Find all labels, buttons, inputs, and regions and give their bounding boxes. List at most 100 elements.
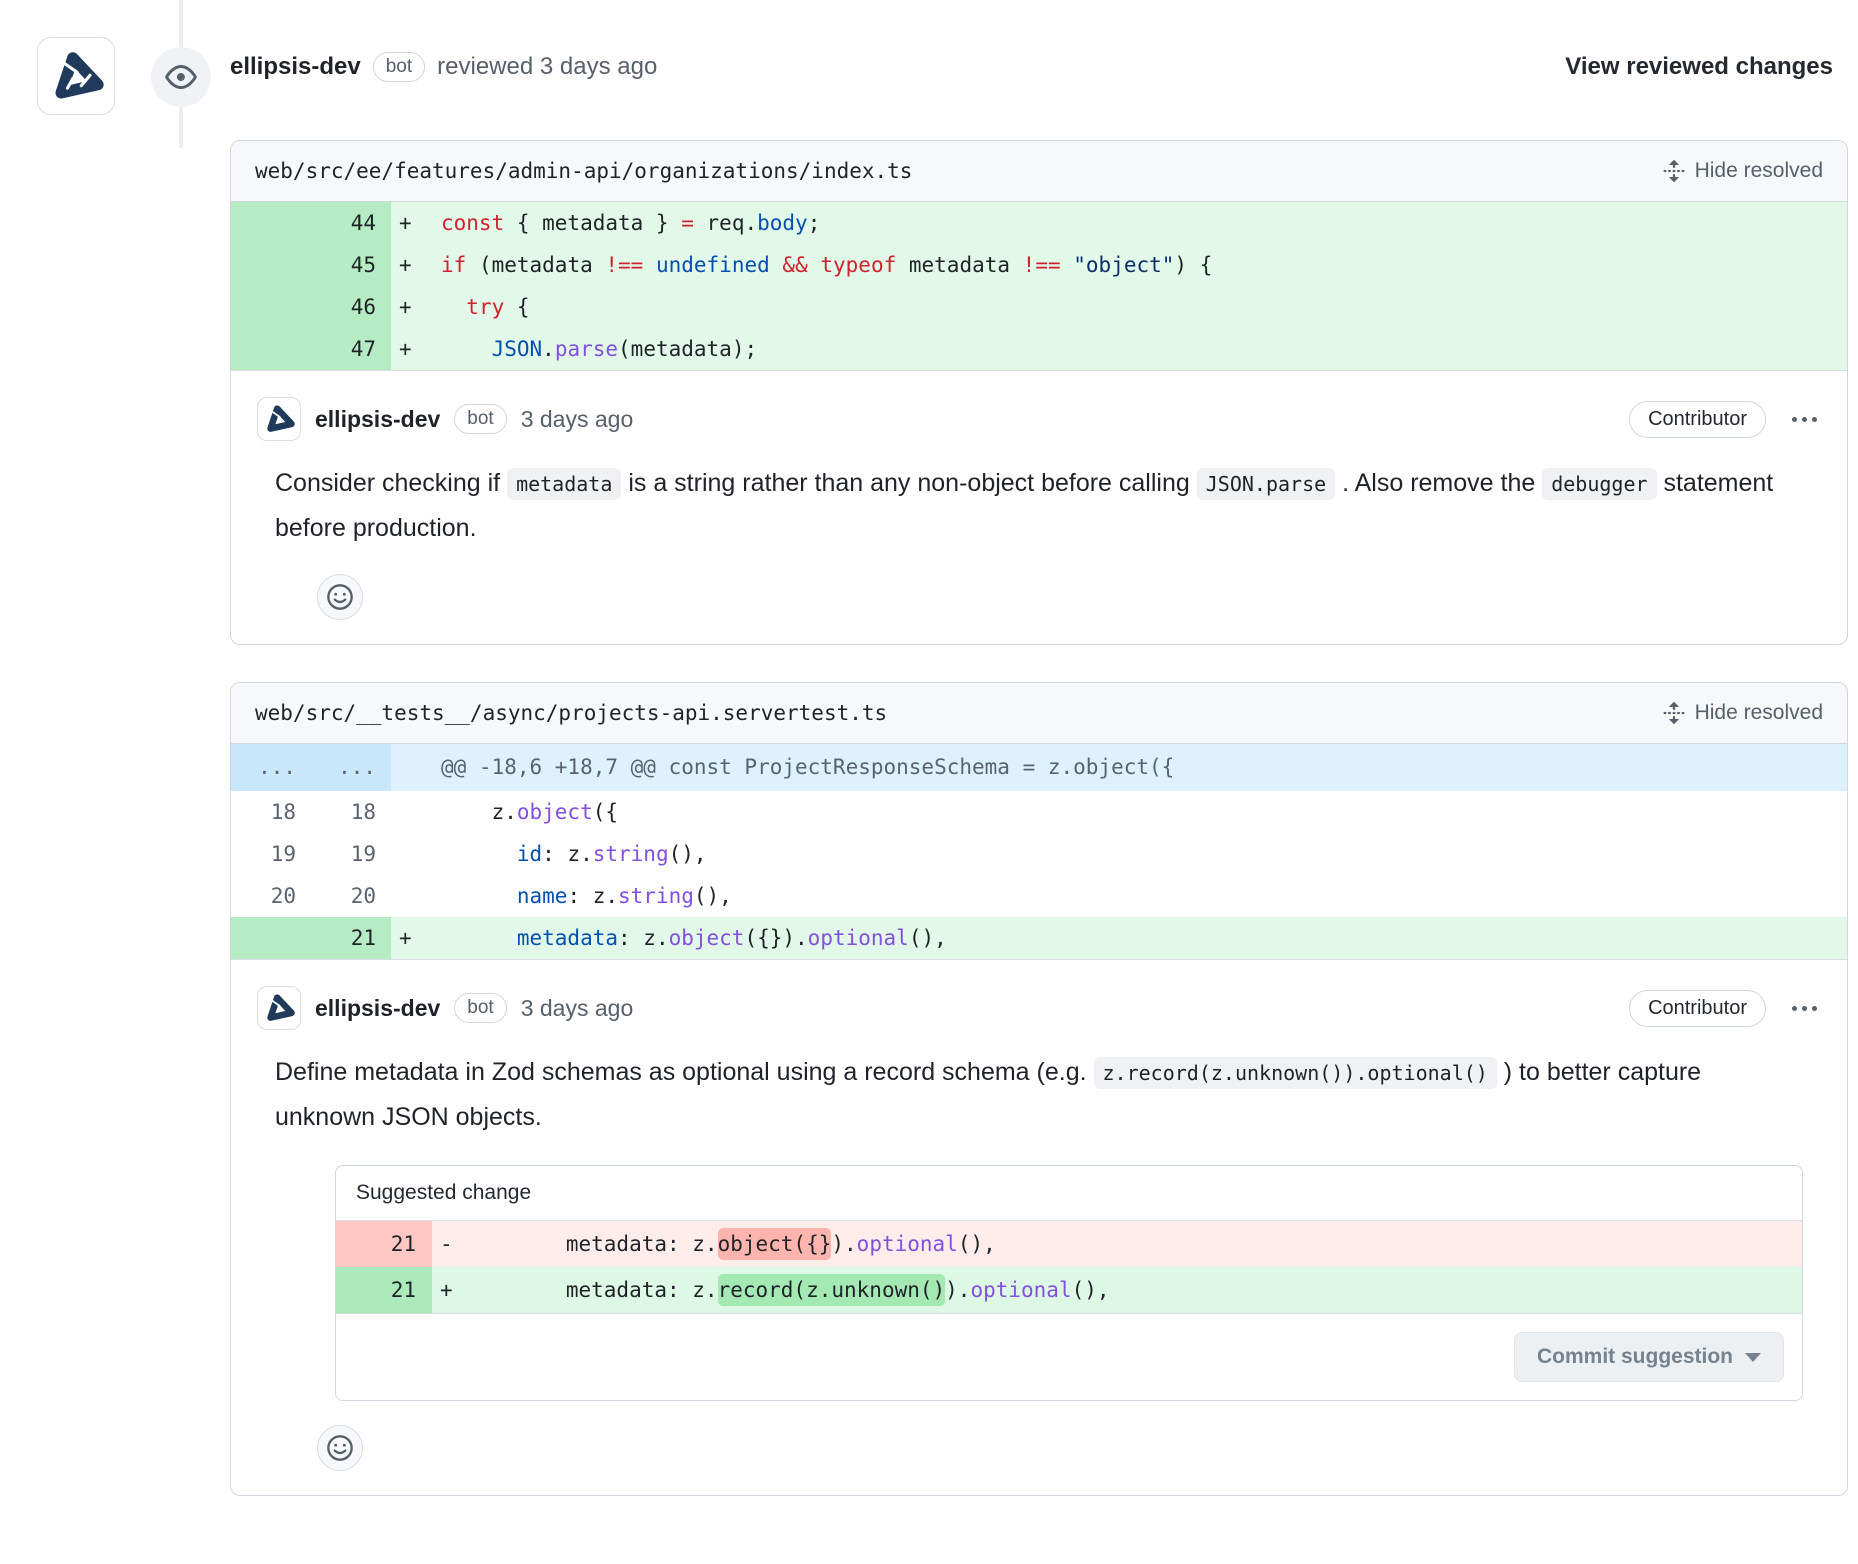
view-reviewed-changes-link[interactable]: View reviewed changes [1565, 53, 1833, 81]
code-token: (metadata); [618, 337, 757, 361]
old-line-number: 18 [231, 791, 311, 833]
code-line: id: z.string(), [429, 833, 1847, 875]
code-token: optional [857, 1232, 958, 1256]
code-line: @@ -18,6 +18,7 @@ const ProjectResponseS… [429, 744, 1847, 791]
old-line-number: 19 [231, 833, 311, 875]
diff-line: 44+const { metadata } = req.body; [231, 202, 1847, 244]
code-token [441, 337, 492, 361]
old-line-number [231, 286, 311, 328]
kebab-menu-icon[interactable] [1788, 411, 1821, 428]
code-token: ({}). [744, 926, 807, 950]
diff-block: 44+const { metadata } = req.body;45+if (… [231, 202, 1847, 371]
code-line: const { metadata } = req.body; [429, 202, 1847, 244]
code-token [441, 295, 466, 319]
comment-timestamp[interactable]: 3 days ago [521, 406, 634, 433]
code-token [441, 842, 517, 866]
comment-author-name[interactable]: ellipsis-dev [315, 995, 440, 1022]
old-line-number: ... [231, 744, 311, 791]
file-header: web/src/ee/features/admin-api/organizati… [231, 141, 1847, 202]
code-token: parse [555, 337, 618, 361]
file-path-link[interactable]: web/src/ee/features/admin-api/organizati… [255, 159, 912, 183]
diff-line: ......@@ -18,6 +18,7 @@ const ProjectRes… [231, 744, 1847, 791]
body-text: Consider checking if [275, 469, 507, 497]
code-line: z.object({ [429, 791, 1847, 833]
suggestion-footer: Commit suggestion [336, 1314, 1802, 1400]
line-number: 21 [336, 1267, 432, 1313]
pr-review-timeline: ellipsis-dev bot reviewed 3 days ago Vie… [0, 0, 1858, 1564]
new-line-number: 21 [311, 917, 391, 959]
code-line: if (metadata !== undefined && typeof met… [429, 244, 1847, 286]
code-token: (), [958, 1232, 996, 1256]
reviewer-name-link[interactable]: ellipsis-dev [230, 53, 361, 81]
bot-badge: bot [373, 52, 425, 82]
code-token: undefined [656, 253, 770, 277]
code-token [441, 926, 517, 950]
old-line-number: 20 [231, 875, 311, 917]
diff-sign: + [391, 244, 429, 286]
code-token: !== [1023, 253, 1061, 277]
diff-line: 21+ metadata: z.object({}).optional(), [231, 917, 1847, 959]
eye-icon [165, 61, 197, 93]
new-line-number: 20 [311, 875, 391, 917]
code-token: ). [945, 1278, 970, 1302]
add-reaction-button[interactable] [317, 574, 363, 620]
old-line-number [231, 244, 311, 286]
code-token: metadata: z. [490, 1278, 718, 1302]
file-header: web/src/__tests__/async/projects-api.ser… [231, 683, 1847, 744]
code-line: metadata: z.record(z.unknown()).optional… [478, 1267, 1802, 1313]
inline-code: z.record(z.unknown()).optional() [1094, 1057, 1497, 1089]
caret-down-icon [1745, 1353, 1761, 1362]
unfold-icon [1662, 701, 1686, 725]
code-token [770, 253, 783, 277]
comment-author-avatar[interactable] [257, 397, 301, 441]
new-line-number: 46 [311, 286, 391, 328]
line-number: 21 [336, 1221, 432, 1267]
code-token: { [504, 295, 529, 319]
old-line-number [231, 328, 311, 370]
add-reaction-button[interactable] [317, 1425, 363, 1471]
reviewer-avatar[interactable] [37, 37, 115, 115]
comment-timestamp[interactable]: 3 days ago [521, 995, 634, 1022]
code-line: try { [429, 286, 1847, 328]
diff-sign: + [391, 202, 429, 244]
code-line: metadata: z.object({}).optional(), [429, 917, 1847, 959]
changed-token: record(z.unknown() [718, 1274, 946, 1306]
code-token: name [517, 884, 568, 908]
diff-sign [391, 833, 429, 875]
commit-suggestion-button[interactable]: Commit suggestion [1514, 1332, 1784, 1382]
code-token: req. [694, 211, 757, 235]
contributor-badge: Contributor [1629, 990, 1766, 1027]
code-line: name: z.string(), [429, 875, 1847, 917]
comment-author-name[interactable]: ellipsis-dev [315, 406, 440, 433]
hide-resolved-button[interactable]: Hide resolved [1662, 159, 1823, 183]
code-token: : z. [618, 926, 669, 950]
hide-resolved-button[interactable]: Hide resolved [1662, 701, 1823, 725]
review-thread-card: web/src/ee/features/admin-api/organizati… [230, 140, 1848, 645]
comment-author-avatar[interactable] [257, 986, 301, 1030]
diff-sign [391, 791, 429, 833]
suggested-change-title: Suggested change [336, 1166, 1802, 1221]
inline-code: metadata [507, 468, 621, 500]
body-text: is a string rather than any non-object b… [621, 469, 1196, 497]
new-line-number: 18 [311, 791, 391, 833]
file-path-link[interactable]: web/src/__tests__/async/projects-api.ser… [255, 701, 887, 725]
code-token: !== [605, 253, 643, 277]
review-comment: ellipsis-dev bot 3 days ago Contributor … [231, 371, 1847, 644]
diff-sign: + [391, 328, 429, 370]
code-token [1061, 253, 1074, 277]
code-token: z. [441, 800, 517, 824]
code-token: string [593, 842, 669, 866]
diff-sign: + [391, 286, 429, 328]
smiley-icon [326, 1434, 354, 1462]
ellipsis-logo-icon [263, 992, 295, 1024]
code-token: . [542, 337, 555, 361]
diff-block: ......@@ -18,6 +18,7 @@ const ProjectRes… [231, 744, 1847, 960]
code-token: : z. [542, 842, 593, 866]
comment-header: ellipsis-dev bot 3 days ago Contributor [257, 397, 1821, 441]
review-comment: ellipsis-dev bot 3 days ago Contributor … [231, 960, 1847, 1495]
diff-line: 1919 id: z.string(), [231, 833, 1847, 875]
ellipsis-logo-icon [48, 48, 104, 104]
kebab-menu-icon[interactable] [1788, 1000, 1821, 1017]
review-thread-card: web/src/__tests__/async/projects-api.ser… [230, 682, 1848, 1496]
smiley-icon [326, 583, 354, 611]
